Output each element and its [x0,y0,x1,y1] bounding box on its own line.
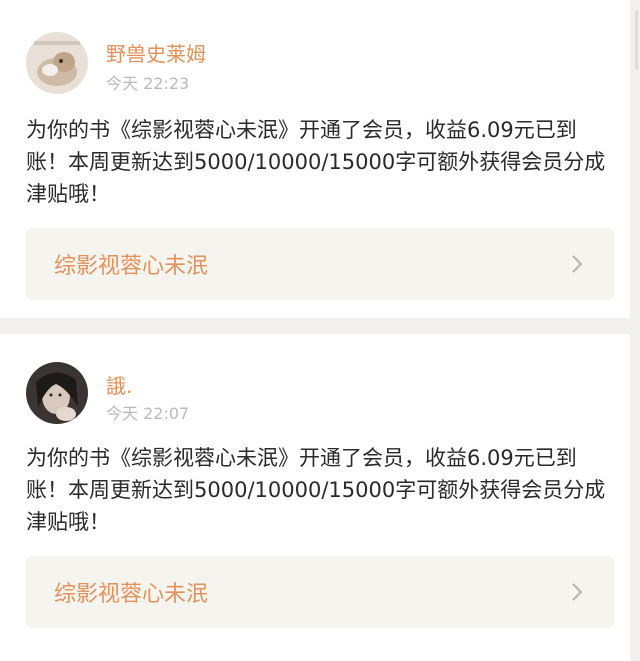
notification-message: 为你的书《综影视蓉心未泯》开通了会员，收益6.09元已到账！本周更新达到5000… [26,118,606,206]
timestamp: 今天 22:23 [106,74,190,93]
book-title: 综影视蓉心未泯 [54,582,209,607]
book-link-button[interactable]: 综影视蓉心未泯 [26,556,614,628]
username[interactable]: 野兽史莱姆 [106,38,206,67]
notification-message: 为你的书《综影视蓉心未泯》开通了会员，收益6.09元已到账！本周更新达到5000… [26,446,606,534]
book-title: 综影视蓉心未泯 [54,254,209,279]
chevron-right-icon [572,583,583,601]
timestamp: 今天 22:07 [106,404,190,423]
avatar[interactable] [26,32,88,94]
book-link-button[interactable]: 综影视蓉心未泯 [26,228,614,300]
notification-card: 野兽史莱姆 今天 22:23 为你的书《综影视蓉心未泯》开通了会员，收益6.09… [0,0,630,318]
avatar[interactable] [26,362,88,424]
scrollbar[interactable] [635,10,638,70]
chevron-right-icon [572,255,583,273]
notification-card: 誐. 今天 22:07 为你的书《综影视蓉心未泯》开通了会员，收益6.09元已到… [0,334,630,661]
username[interactable]: 誐. [106,370,132,399]
